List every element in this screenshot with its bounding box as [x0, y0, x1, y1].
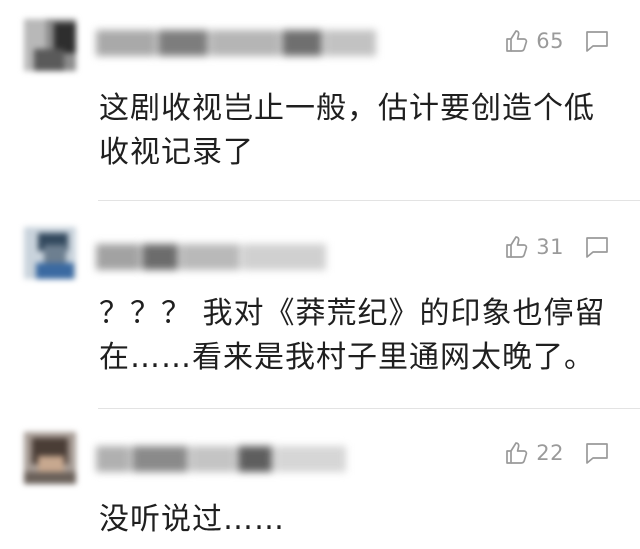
- divider: [98, 200, 640, 201]
- comment-bubble-icon: [586, 443, 608, 464]
- reply-button[interactable]: [584, 29, 610, 53]
- thumbs-up-icon: [506, 236, 528, 258]
- comment-actions: 22: [504, 438, 610, 468]
- reply-button[interactable]: [584, 441, 610, 465]
- comment-text: 没听说过……: [99, 502, 285, 537]
- reply-button[interactable]: [584, 235, 610, 259]
- like-button[interactable]: 65: [504, 28, 564, 54]
- comment-bubble-icon: [586, 237, 608, 258]
- comment-item: 31 ？？？ 我对《莽荒纪》的印象也停留在……看来是我村子里通网太晚了。: [0, 202, 640, 409]
- comment-actions: 31: [504, 232, 610, 262]
- avatar[interactable]: [24, 432, 76, 484]
- like-button[interactable]: 31: [504, 234, 564, 260]
- like-button[interactable]: 22: [504, 440, 564, 466]
- comment-actions: 65: [504, 26, 610, 56]
- comment-list: 65 这剧收视岂止一般，估计要创造个低收视记录了 31 ？？？ 我对《莽荒纪》的…: [0, 0, 640, 549]
- username-blurred[interactable]: [96, 446, 346, 472]
- like-count: 31: [536, 235, 564, 259]
- like-count: 65: [536, 29, 564, 53]
- comment-bubble-icon: [586, 31, 608, 52]
- avatar[interactable]: [24, 19, 76, 71]
- comment-text: 这剧收视岂止一般，估计要创造个低收视记录了: [99, 91, 595, 170]
- username-blurred[interactable]: [96, 30, 376, 56]
- comment-text: ？？？ 我对《莽荒纪》的印象也停留在……看来是我村子里通网太晚了。: [99, 296, 606, 375]
- comment-item: 65 这剧收视岂止一般，估计要创造个低收视记录了: [0, 0, 640, 202]
- username-blurred[interactable]: [96, 244, 326, 270]
- avatar[interactable]: [24, 227, 76, 279]
- thumbs-up-icon: [506, 442, 528, 464]
- comment-item: 22 没听说过……: [0, 408, 640, 549]
- thumbs-up-icon: [506, 30, 528, 52]
- like-count: 22: [536, 441, 564, 465]
